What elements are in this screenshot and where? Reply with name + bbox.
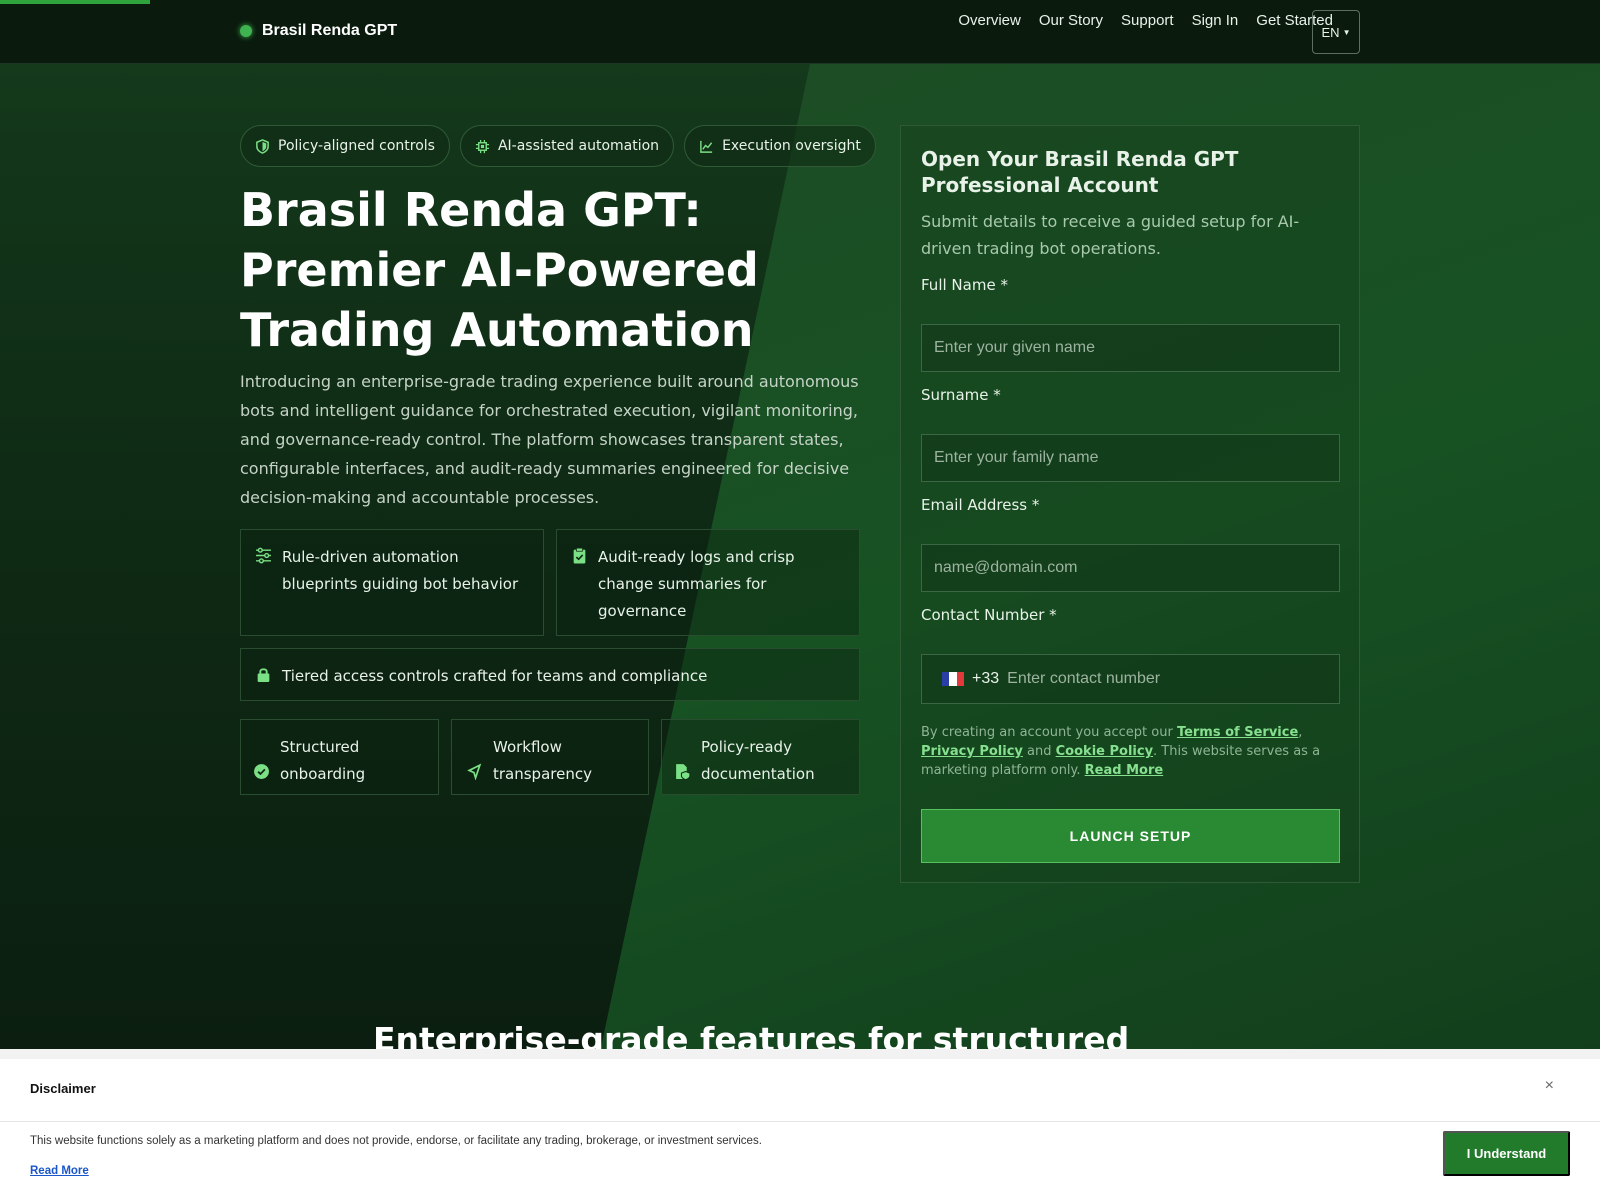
email-label: Email Address * [921,496,1040,514]
privacy-policy-link[interactable]: Privacy Policy [921,744,1023,759]
pill-execution: Execution oversight [684,125,876,167]
pill-label: AI-assisted automation [497,138,660,154]
shield-icon [256,138,269,154]
hero-pills: Policy-aligned controls AI-assisted auto… [240,125,876,167]
card-access: Tiered access controls crafted for teams… [240,648,860,701]
brand-name: Brasil Renda GPT [262,22,398,39]
lock-icon [257,668,270,682]
card-policy: Policy-ready documentation [661,719,860,795]
nav-sign-in[interactable]: Sign In [1192,12,1239,29]
terms-of-service-link[interactable]: Terms of Service [1177,725,1298,740]
chip-icon [475,139,490,153]
card-text: Tiered access controls crafted for teams… [282,667,708,685]
i-understand-button[interactable]: I Understand [1443,1131,1570,1176]
pill-label: Execution oversight [722,138,861,154]
share-icon [467,763,482,780]
disclaimer-text: This website functions solely as a marke… [30,1135,762,1147]
caret-down-icon: ▼ [1342,27,1351,37]
sliders-icon [256,547,271,564]
nav-support[interactable]: Support [1121,12,1174,29]
disclaimer-banner: Disclaimer × This website functions sole… [0,1049,1600,1200]
full-name-label: Full Name * [921,276,1008,294]
hero-title: Brasil Renda GPT: Premier AI-Powered Tra… [240,183,759,357]
disclaimer-divider [0,1121,1600,1122]
language-selector[interactable]: EN ▼ [1312,10,1360,54]
phone-input[interactable] [1007,670,1308,688]
form-subtitle: Submit details to receive a guided setup… [921,212,1300,258]
card-onboarding: Structured onboarding [240,719,439,795]
disclaimer-read-more-link[interactable]: Read More [30,1165,89,1177]
card-audit: Audit-ready logs and crisp change summar… [556,529,860,636]
cookie-policy-link[interactable]: Cookie Policy [1056,744,1153,759]
signup-form: Open Your Brasil Renda GPT Professional … [900,125,1360,883]
surname-label: Surname * [921,386,1001,404]
file-shield-icon [676,764,691,780]
brand-logo[interactable]: Brasil Renda GPT [240,22,397,40]
card-text: Workflow transparency [493,738,592,783]
surname-input[interactable] [921,434,1340,482]
terms-prefix: By creating an account you accept our [921,725,1177,740]
line-chart-icon [700,140,713,153]
close-icon[interactable]: × [1545,1077,1554,1095]
main-nav: Overview Our Story Support Sign In Get S… [958,12,1333,29]
language-value: EN [1321,24,1340,40]
terms-and: and [1022,744,1056,759]
full-name-input[interactable] [921,324,1340,372]
launch-setup-button[interactable]: LAUNCH SETUP [921,809,1340,863]
france-flag-icon[interactable] [942,672,964,686]
card-workflow: Workflow transparency [451,719,649,795]
phone-country-code[interactable]: +33 [972,670,999,688]
nav-our-story[interactable]: Our Story [1039,12,1103,29]
top-navbar: Brasil Renda GPT Overview Our Story Supp… [0,0,1600,64]
card-text: Structured onboarding [280,738,366,783]
page-progress-bar [0,0,150,4]
card-text: Policy-ready documentation [701,738,815,783]
card-text: Audit-ready logs and crisp change summar… [598,548,795,620]
phone-field: +33 [921,654,1340,704]
card-automation: Rule-driven automation blueprints guidin… [240,529,544,636]
phone-label: Contact Number * [921,606,1057,624]
disclaimer-title: Disclaimer [30,1081,96,1096]
card-text: Rule-driven automation blueprints guidin… [282,548,519,593]
nav-overview[interactable]: Overview [958,12,1021,29]
brand-dot-icon [240,25,252,37]
pill-label: Policy-aligned controls [278,138,435,154]
pill-policy: Policy-aligned controls [240,125,450,167]
form-title: Open Your Brasil Renda GPT Professional … [921,147,1239,197]
check-circle-icon [254,764,269,779]
pill-ai: AI-assisted automation [459,125,675,167]
form-read-more-link[interactable]: Read More [1085,763,1164,778]
hero-intro: Introducing an enterprise-grade trading … [240,372,859,507]
clipboard-check-icon [573,547,586,564]
terms-comma: , [1298,725,1303,740]
email-input[interactable] [921,544,1340,592]
terms-text: By creating an account you accept our Te… [921,723,1341,780]
